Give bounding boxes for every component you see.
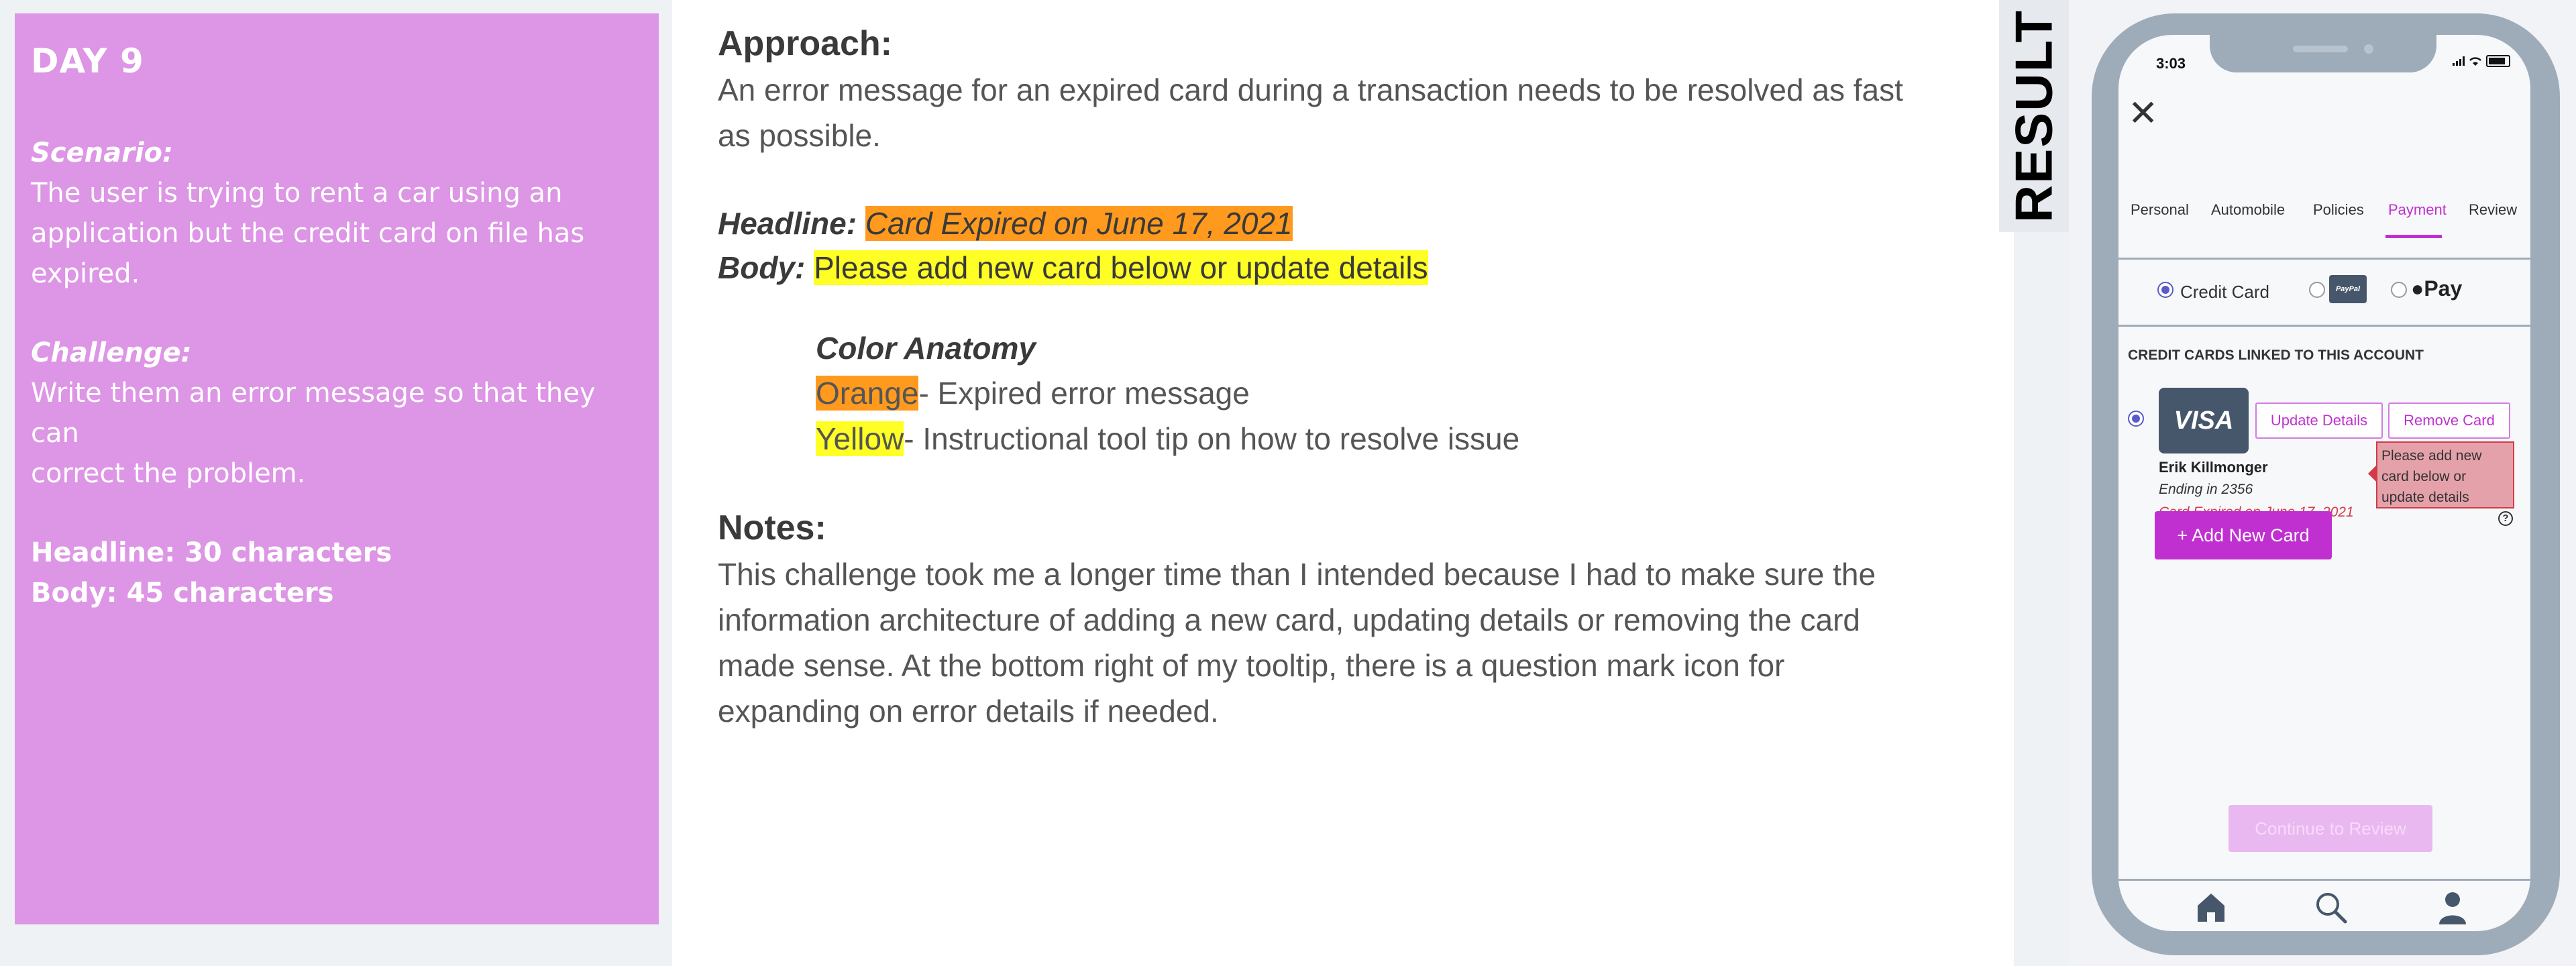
result-label-tab: RESULT xyxy=(1999,0,2069,232)
applepay-logo: ●Pay xyxy=(2411,276,2462,301)
remove-card-button[interactable]: Remove Card xyxy=(2388,402,2510,439)
headline-row: Headline: Card Expired on June 17, 2021 xyxy=(718,201,1968,246)
scenario-heading: Scenario: xyxy=(31,138,174,168)
tab-automobile[interactable]: Automobile xyxy=(2211,201,2285,219)
notes-line-1: This challenge took me a longer time tha… xyxy=(718,557,1876,592)
headline-limit: Headline: 30 characters xyxy=(31,537,392,568)
result-label: RESULT xyxy=(2004,9,2063,223)
paypal-logo: PayPal xyxy=(2329,275,2367,303)
apple-icon: ● xyxy=(2411,276,2424,301)
signal-icon xyxy=(2453,56,2465,66)
paypal-radio[interactable] xyxy=(2309,282,2325,298)
notes-line-2: information architecture of adding a new… xyxy=(718,602,1860,637)
body-row: Body: Please add new card below or updat… xyxy=(718,246,1968,290)
applepay-label: Pay xyxy=(2424,276,2463,301)
add-new-card-button[interactable]: + Add New Card xyxy=(2155,511,2332,559)
notes-heading: Notes: xyxy=(718,508,826,547)
credit-card-radio[interactable] xyxy=(2157,282,2174,298)
status-time: 3:03 xyxy=(2156,55,2186,72)
applepay-radio[interactable] xyxy=(2391,282,2407,298)
orange-word: Orange xyxy=(816,376,919,411)
anatomy-yellow-row: Yellow- Instructional tool tip on how to… xyxy=(816,416,1968,462)
continue-to-review-button[interactable]: Continue to Review xyxy=(2229,805,2432,852)
scenario-line-1: The user is trying to rent a car using a… xyxy=(31,178,563,209)
body-text: Please add new card below or update deta… xyxy=(814,250,1428,285)
notes-line-4: expanding on error details if needed. xyxy=(718,694,1219,729)
yellow-desc: - Instructional tool tip on how to resol… xyxy=(904,421,1520,456)
credit-card-label: Credit Card xyxy=(2180,282,2269,302)
day-title: DAY 9 xyxy=(31,42,144,80)
home-icon[interactable] xyxy=(2192,888,2230,926)
active-tab-indicator xyxy=(2385,235,2442,238)
yellow-word: Yellow xyxy=(816,421,904,456)
approach-document: Approach: An error message for an expire… xyxy=(672,0,2014,966)
card-ending: Ending in 2356 xyxy=(2159,482,2253,497)
status-icons xyxy=(2453,55,2510,67)
battery-icon xyxy=(2486,55,2510,67)
card-owner-name: Erik Killmonger xyxy=(2159,459,2268,476)
anatomy-title: Color Anatomy xyxy=(816,331,1036,366)
tab-review[interactable]: Review xyxy=(2469,201,2517,219)
tab-payment[interactable]: Payment xyxy=(2388,201,2447,219)
approach-heading: Approach: xyxy=(718,24,892,63)
notes-line-3: made sense. At the bottom right of my to… xyxy=(718,648,1785,683)
phone-notch xyxy=(2210,35,2436,72)
challenge-line-1: Write them an error message so that they… xyxy=(31,378,596,449)
color-anatomy: Color Anatomy Orange- Expired error mess… xyxy=(816,326,1968,462)
headline-label: Headline: xyxy=(718,206,857,241)
search-icon[interactable] xyxy=(2312,888,2349,926)
orange-desc: - Expired error message xyxy=(918,376,1250,411)
challenge-heading: Challenge: xyxy=(31,337,192,368)
tooltip-arrow xyxy=(2368,466,2376,482)
update-details-button[interactable]: Update Details xyxy=(2255,402,2383,439)
approach-line-1: An error message for an expired card dur… xyxy=(718,72,1903,107)
error-tooltip: Please add new card below or update deta… xyxy=(2376,441,2514,508)
step-tabs: Personal Automobile Policies Payment Rev… xyxy=(2118,201,2530,260)
visa-card-logo: VISA xyxy=(2159,388,2249,453)
body-limit: Body: 45 characters xyxy=(31,578,334,608)
tab-personal[interactable]: Personal xyxy=(2131,201,2189,219)
approach-line-2: as possible. xyxy=(718,118,881,153)
profile-icon[interactable] xyxy=(2434,888,2471,926)
payment-method-options: Credit Card PayPal ●Pay xyxy=(2118,274,2530,311)
scenario-line-2: application but the credit card on file … xyxy=(31,218,585,289)
challenge-line-2: correct the problem. xyxy=(31,458,306,489)
question-mark-icon[interactable]: ? xyxy=(2498,511,2513,526)
phone-screen: 3:03 ✕ Personal Automobile Policies Paym… xyxy=(2118,35,2530,931)
linked-cards-title: CREDIT CARDS LINKED TO THIS ACCOUNT xyxy=(2128,347,2424,363)
body-label: Body: xyxy=(718,250,806,285)
tab-policies[interactable]: Policies xyxy=(2313,201,2364,219)
headline-text: Card Expired on June 17, 2021 xyxy=(865,206,1293,241)
close-icon[interactable]: ✕ xyxy=(2128,95,2158,131)
wifi-icon xyxy=(2469,57,2481,66)
prompt-card: DAY 9 Scenario: The user is trying to re… xyxy=(15,13,659,924)
anatomy-orange-row: Orange- Expired error message xyxy=(816,370,1968,416)
card-select-radio[interactable] xyxy=(2128,411,2144,427)
